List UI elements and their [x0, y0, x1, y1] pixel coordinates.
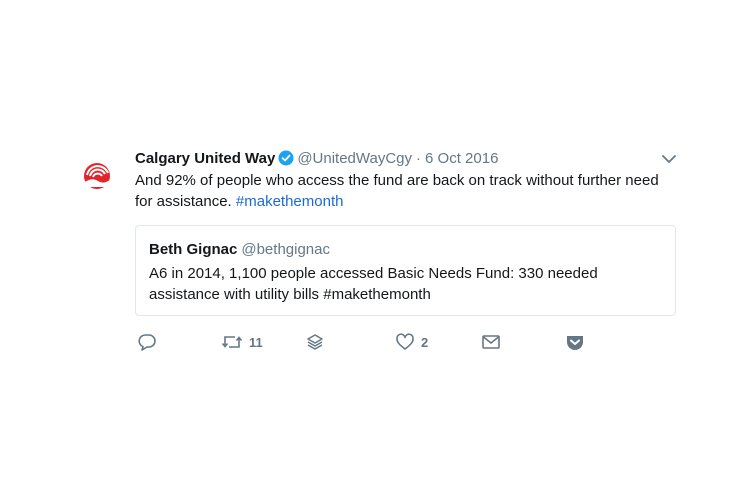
- like-button[interactable]: 2: [395, 330, 428, 354]
- hashtag-link[interactable]: #makethemonth: [236, 193, 344, 210]
- tweet-body: And 92% of people who access the fund ar…: [135, 172, 659, 210]
- reply-button[interactable]: [137, 330, 157, 354]
- tweet-actions: 11 2: [0, 330, 750, 354]
- chevron-down-icon[interactable]: [662, 152, 676, 164]
- quoted-tweet[interactable]: Beth Gignac @bethgignac A6 in 2014, 1,100…: [135, 225, 676, 316]
- layers-icon: [306, 332, 324, 352]
- tweet-date[interactable]: 6 Oct 2016: [425, 150, 498, 167]
- envelope-icon: [481, 332, 501, 352]
- pocket-icon: [565, 332, 585, 352]
- retweet-icon: [221, 332, 243, 352]
- tweet-card[interactable]: Calgary United Way @UnitedWayCgy · 6 Oct 20…: [0, 0, 750, 500]
- stack-button[interactable]: [306, 330, 324, 354]
- like-count: 2: [421, 334, 429, 350]
- header-separator: ·: [416, 150, 422, 167]
- quoted-author-handle: @bethgignac: [241, 241, 330, 258]
- retweet-button[interactable]: 11: [221, 330, 263, 354]
- tweet-header: Calgary United Way @UnitedWayCgy · 6 Oct 20…: [135, 149, 695, 169]
- author-name[interactable]: Calgary United Way: [135, 150, 275, 167]
- verified-badge-icon: [278, 150, 294, 166]
- tweet-text: And 92% of people who access the fund ar…: [135, 170, 680, 212]
- quoted-author-name: Beth Gignac: [149, 241, 238, 258]
- author-handle[interactable]: @UnitedWayCgy: [297, 150, 412, 167]
- quoted-tweet-header: Beth Gignac @bethgignac: [149, 240, 330, 260]
- united-way-logo-icon[interactable]: [82, 160, 114, 192]
- quoted-tweet-text: A6 in 2014, 1,100 people accessed Basic …: [149, 265, 598, 303]
- reply-icon: [137, 332, 157, 352]
- direct-message-button[interactable]: [481, 330, 501, 354]
- retweet-count: 11: [249, 334, 263, 350]
- heart-icon: [395, 332, 415, 352]
- pocket-button[interactable]: [565, 330, 585, 354]
